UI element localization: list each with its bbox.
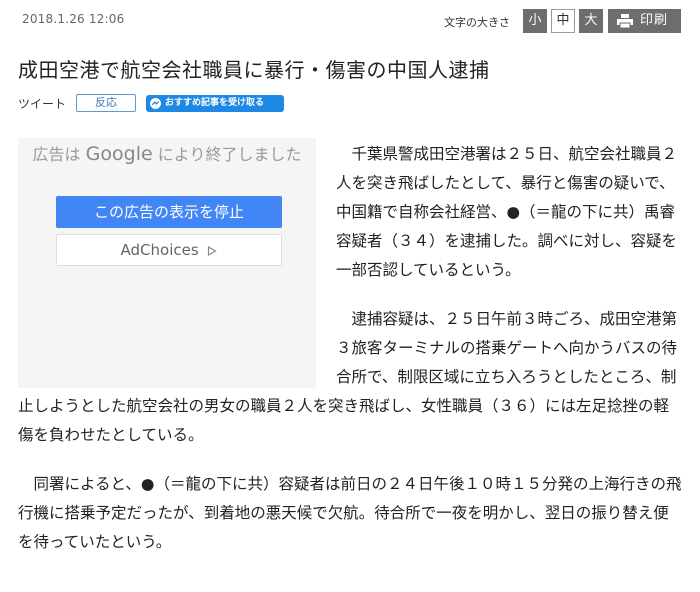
print-label: 印刷 xyxy=(640,13,669,28)
messenger-subscribe-button[interactable]: おすすめ記事を受け取る xyxy=(146,95,284,112)
font-size-label: 文字の大きさ xyxy=(444,16,510,29)
ad-placeholder-float xyxy=(18,140,316,390)
article-body: 千葉県警成田空港署は２５日、航空会社職員２人を突き飛ばしたとして、暴行と傷害の疑… xyxy=(18,140,682,577)
article-paragraph-3: 同署によると、●（＝龍の下に共）容疑者は前日の２４日午後１０時１５分発の上海行き… xyxy=(18,475,682,551)
article-toolbar: 2018.1.26 12:06 文字の大きさ 小 中 大 印刷 xyxy=(0,0,700,40)
tweet-link[interactable]: ツイート xyxy=(18,95,66,112)
printer-icon xyxy=(617,14,633,28)
react-button[interactable]: 反応 xyxy=(76,94,136,112)
print-button[interactable]: 印刷 xyxy=(608,9,681,33)
article-title: 成田空港で航空会社職員に暴行・傷害の中国人逮捕 xyxy=(18,58,490,82)
messenger-icon xyxy=(150,98,161,109)
publish-date: 2018.1.26 12:06 xyxy=(22,12,125,26)
font-size-medium-button[interactable]: 中 xyxy=(551,9,575,33)
font-size-small-button[interactable]: 小 xyxy=(523,9,547,33)
messenger-label: おすすめ記事を受け取る xyxy=(165,98,265,108)
font-size-large-button[interactable]: 大 xyxy=(579,9,603,33)
